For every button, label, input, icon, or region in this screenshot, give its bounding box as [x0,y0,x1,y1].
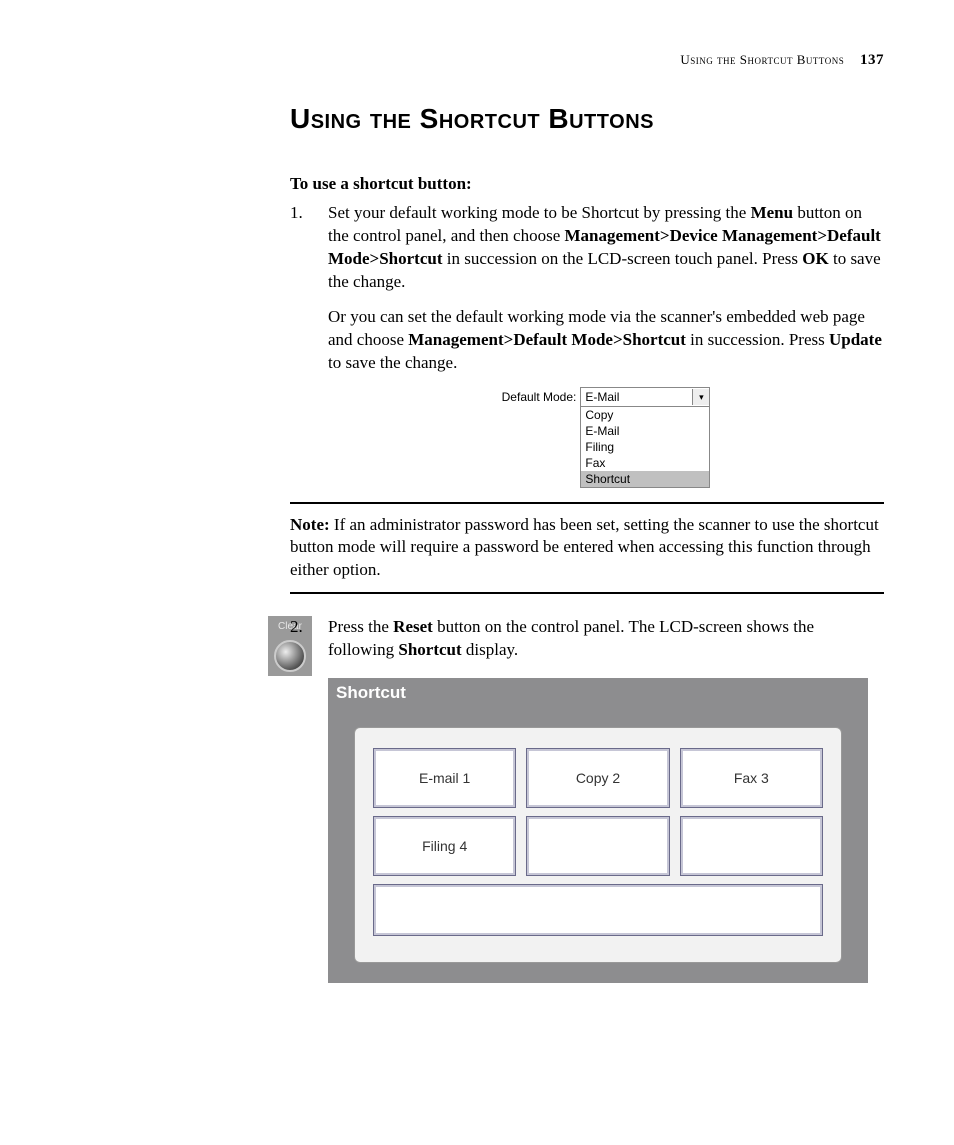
step-number: 2. [290,616,303,639]
dropdown-option[interactable]: Copy [581,407,709,423]
shortcut-status-bar[interactable] [373,884,823,936]
dropdown-list: Copy E-Mail Filing Fax Shortcut [580,407,710,488]
lcd-screenshot: Shortcut E-mail 1 Copy 2 Fax 3 Filing 4 [328,678,868,983]
note-block: Note: If an administrator password has b… [290,502,884,595]
shortcut-button[interactable]: Copy 2 [526,748,669,808]
button-circle-icon [274,640,306,672]
running-title: Using the Shortcut Buttons [680,52,844,67]
default-mode-figure: Default Mode: E-Mail ▾ Copy E-Mail Filin… [328,387,884,488]
shortcut-button[interactable]: E-mail 1 [373,748,516,808]
note-text: If an administrator password has been se… [290,515,879,580]
intro-heading: To use a shortcut button: [290,173,884,196]
dropdown-option[interactable]: Filing [581,439,709,455]
step2-text: Press the Reset button on the control pa… [328,616,884,662]
step1-para1: Set your default working mode to be Shor… [328,202,884,294]
dropdown-option[interactable]: Shortcut [581,471,709,487]
dropdown-option[interactable]: E-Mail [581,423,709,439]
shortcut-button[interactable]: Filing 4 [373,816,516,876]
dropdown-selected-value: E-Mail [585,388,619,406]
note-label: Note: [290,515,330,534]
shortcut-button[interactable] [526,816,669,876]
step-number: 1. [290,202,303,225]
shortcut-button[interactable]: Fax 3 [680,748,823,808]
lcd-panel: E-mail 1 Copy 2 Fax 3 Filing 4 [354,727,842,963]
page-number: 137 [860,52,884,68]
step-2: Clear 2. Press the Reset button on the c… [290,616,884,983]
shortcut-button[interactable] [680,816,823,876]
running-header: Using the Shortcut Buttons 137 [40,50,884,70]
default-mode-dropdown[interactable]: E-Mail ▾ Copy E-Mail Filing Fax Shortcut [580,387,710,488]
step1-para2: Or you can set the default working mode … [328,306,884,375]
chevron-down-icon: ▾ [692,389,709,405]
lcd-title: Shortcut [328,678,868,709]
dropdown-option[interactable]: Fax [581,455,709,471]
section-title: Using the Shortcut Buttons [290,100,884,138]
dropdown-label: Default Mode: [502,387,577,405]
step-1: 1. Set your default working mode to be S… [290,202,884,488]
